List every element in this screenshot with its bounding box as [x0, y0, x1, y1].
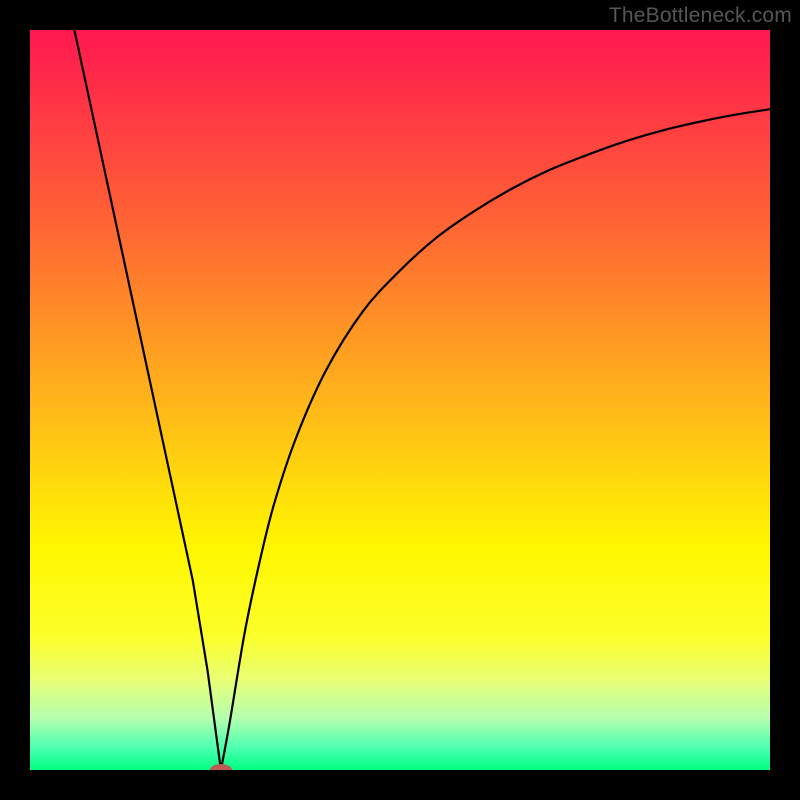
watermark-label: TheBottleneck.com [609, 4, 792, 28]
optimal-marker [210, 764, 232, 770]
plot-area [30, 30, 770, 770]
chart-frame: TheBottleneck.com [0, 0, 800, 800]
bottleneck-curve [30, 30, 770, 770]
